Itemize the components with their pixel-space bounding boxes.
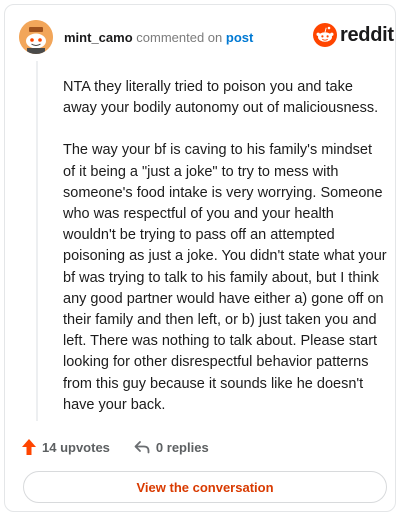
comment-header: mint_camo commented on post [64, 30, 253, 46]
replies-button[interactable]: 0 replies [110, 440, 209, 455]
comment-action-text: commented on [136, 30, 223, 45]
reddit-logo-icon [313, 23, 337, 47]
upvote-arrow-icon [22, 439, 36, 455]
reply-count: 0 replies [155, 439, 209, 455]
upvote-button[interactable]: 14 upvotes [21, 438, 110, 456]
user-avatar-icon[interactable] [19, 20, 53, 54]
comment-paragraph: The way your bf is caving to his family'… [63, 142, 387, 413]
post-link[interactable]: post [226, 30, 253, 45]
reddit-logo-text: reddit [340, 23, 394, 46]
comment-paragraph: NTA they literally tried to poison you a… [63, 79, 379, 117]
username-link[interactable]: mint_camo [64, 30, 133, 45]
upvote-count: 14 upvotes [42, 439, 110, 455]
comment-actions: 14 upvotes 0 replies [21, 438, 209, 456]
comment-body: NTA they literally tried to poison you a… [63, 77, 388, 416]
comment-embed-card: mint_camo commented on post reddit NTA t… [4, 4, 396, 512]
thread-line[interactable] [36, 61, 38, 421]
view-conversation-button[interactable]: View the conversation [23, 471, 387, 503]
reddit-logo[interactable]: reddit [313, 23, 394, 47]
reply-arrow-icon [134, 441, 150, 454]
